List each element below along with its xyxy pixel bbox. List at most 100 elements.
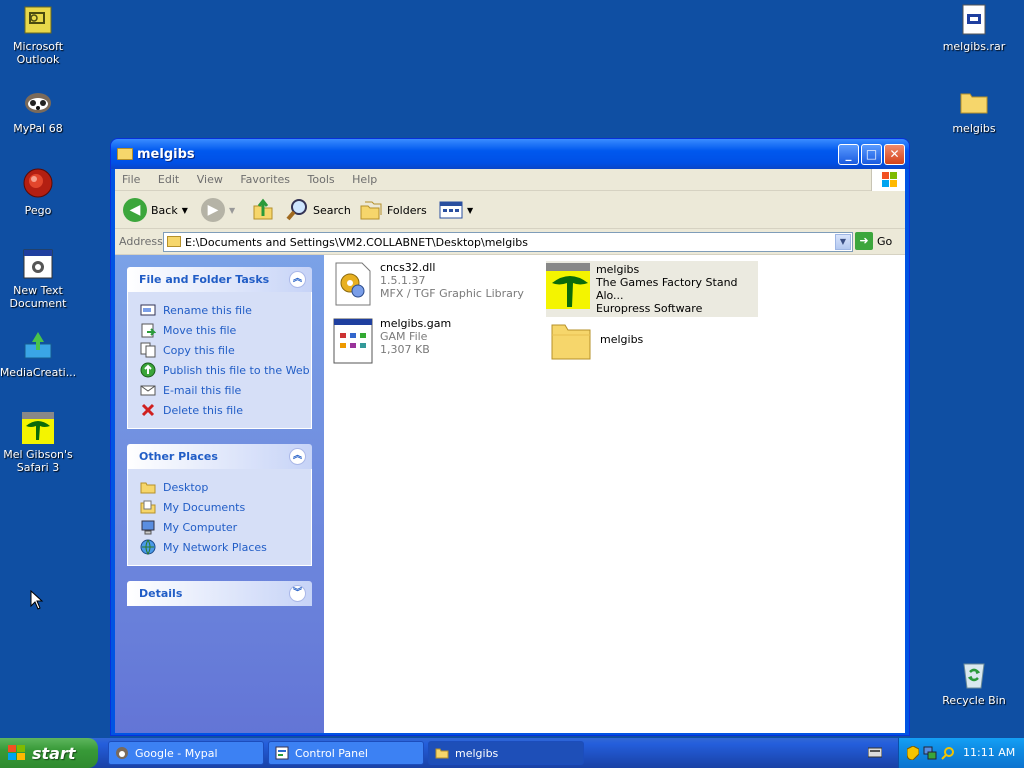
menu-view[interactable]: View [190, 169, 230, 190]
place-label: Desktop [163, 480, 209, 494]
security-shield-icon[interactable] [907, 746, 919, 760]
start-button[interactable]: start [0, 738, 98, 768]
maximize-button[interactable]: □ [861, 144, 882, 165]
panel-header[interactable]: Details ︾ [127, 581, 312, 606]
go-arrow-icon: ➜ [855, 232, 873, 250]
file-type: GAM File [380, 330, 428, 343]
panel-header[interactable]: File and Folder Tasks ︽ [127, 267, 312, 292]
chevron-down-icon[interactable]: ▼ [182, 206, 188, 215]
desktop-icon-label: MyPal 68 [13, 122, 63, 135]
desktop-icon-label: melgibs [952, 122, 996, 135]
go-button[interactable]: ➜ Go [855, 232, 892, 250]
address-input[interactable]: E:\Documents and Settings\VM2.COLLABNET\… [163, 232, 853, 252]
keyboard-icon[interactable] [868, 746, 882, 758]
file-description: The Games Factory Stand Alo... [595, 276, 738, 302]
search-tray-icon[interactable] [941, 746, 955, 760]
task-rename[interactable]: Rename this file [140, 300, 311, 320]
desktop-icon-pego[interactable]: Pego [0, 168, 78, 217]
desktop-icon-label: New Text Document [9, 284, 67, 310]
pego-icon [22, 168, 54, 200]
desktop-icon-melgibs-folder[interactable]: melgibs [934, 86, 1014, 135]
desktop-icon-melgibs-rar[interactable]: melgibs.rar [934, 4, 1014, 53]
address-dropdown-button[interactable]: ▼ [835, 234, 851, 250]
title-bar[interactable]: melgibs _ □ ✕ [111, 139, 909, 169]
clock[interactable]: 11:11 AM [963, 746, 1015, 759]
folders-button[interactable]: Folders [359, 197, 427, 223]
gam-file-icon [333, 318, 373, 364]
expand-icon[interactable]: ︾ [289, 585, 306, 602]
task-move[interactable]: Move this file [140, 320, 311, 340]
folders-label: Folders [387, 203, 427, 217]
taskbar: start Google - Mypal Control Panel melgi… [0, 738, 1024, 768]
game-shortcut-icon [22, 412, 54, 444]
close-button[interactable]: ✕ [884, 144, 905, 165]
windows-logo-icon [871, 169, 905, 191]
folder-item[interactable]: melgibs [548, 317, 643, 363]
file-name: cncs32.dll [380, 261, 436, 274]
desktop-icon-label: Recycle Bin [942, 694, 1006, 707]
go-label: Go [877, 234, 893, 248]
media-creation-icon [22, 330, 54, 362]
file-item[interactable]: cncs32.dll 1.5.1.37 MFX / TGF Graphic Li… [332, 261, 524, 307]
taskbar-item-melgibs[interactable]: melgibs [428, 741, 584, 765]
desktop-icon-mediacreation[interactable]: MediaCreati... [0, 330, 78, 379]
views-button[interactable]: ▼ [439, 197, 473, 223]
place-my-computer[interactable]: My Computer [140, 517, 311, 537]
folder-icon [958, 86, 990, 118]
text-document-icon [22, 248, 54, 280]
place-label: My Documents [163, 500, 246, 514]
chevron-down-icon: ▼ [229, 205, 236, 215]
desktop-icon-mypal[interactable]: MyPal 68 [0, 86, 78, 135]
folder-icon [435, 748, 449, 759]
minimize-button[interactable]: _ [838, 144, 859, 165]
task-email[interactable]: E-mail this file [140, 380, 311, 400]
panel-title: Details [139, 587, 183, 600]
panel-body: Desktop My Documents My Computer My Netw… [127, 469, 312, 566]
folders-icon [360, 201, 382, 220]
panel-header[interactable]: Other Places ︽ [127, 444, 312, 469]
task-copy[interactable]: Copy this file [140, 340, 311, 360]
forward-button[interactable]: ▶ ▼ [201, 197, 235, 223]
menu-favorites[interactable]: Favorites [233, 169, 297, 190]
network-icon [140, 539, 156, 555]
system-tray: 11:11 AM [898, 738, 1024, 768]
panel-title: File and Folder Tasks [139, 273, 270, 286]
task-delete[interactable]: Delete this file [140, 400, 311, 420]
task-pane: File and Folder Tasks ︽ Rename this file… [115, 255, 324, 733]
place-my-documents[interactable]: My Documents [140, 497, 311, 517]
outlook-icon [22, 4, 54, 36]
menu-file[interactable]: File [115, 169, 147, 190]
menu-help[interactable]: Help [345, 169, 384, 190]
task-publish[interactable]: Publish this file to the Web [140, 360, 311, 380]
place-my-network[interactable]: My Network Places [140, 537, 311, 557]
file-size: 1,307 KB [380, 343, 430, 356]
my-documents-icon [140, 500, 156, 514]
other-places-panel: Other Places ︽ Desktop My Documents My C… [127, 444, 312, 566]
collapse-icon[interactable]: ︽ [289, 271, 306, 288]
back-arrow-icon: ◀ [123, 198, 147, 222]
file-company: Europress Software [595, 302, 703, 315]
up-folder-button[interactable] [251, 197, 275, 223]
details-panel: Details ︾ [127, 581, 312, 606]
desktop-icon-new-text-document[interactable]: New Text Document [0, 248, 78, 310]
collapse-icon[interactable]: ︽ [289, 448, 306, 465]
file-item[interactable]: melgibs.gam GAM File 1,307 KB [332, 317, 451, 365]
place-desktop[interactable]: Desktop [140, 477, 311, 497]
desktop-icon-outlook[interactable]: Microsoft Outlook [0, 4, 78, 66]
network-tray-icon[interactable] [923, 746, 937, 760]
taskbar-item-control-panel[interactable]: Control Panel [268, 741, 424, 765]
start-label: start [32, 744, 76, 763]
taskbar-item-mypal[interactable]: Google - Mypal [108, 741, 264, 765]
control-panel-icon [275, 746, 289, 760]
menu-tools[interactable]: Tools [301, 169, 342, 190]
taskbar-label: Control Panel [295, 746, 368, 760]
desktop-icon-recycle-bin[interactable]: Recycle Bin [934, 658, 1014, 707]
chevron-down-icon: ▼ [467, 205, 474, 215]
search-button[interactable]: Search [285, 197, 351, 223]
place-label: My Network Places [163, 540, 267, 554]
file-item-selected[interactable]: melgibs The Games Factory Stand Alo... E… [546, 261, 758, 317]
file-list: cncs32.dll 1.5.1.37 MFX / TGF Graphic Li… [324, 255, 905, 733]
back-button[interactable]: ◀ Back ▼ [123, 197, 188, 223]
desktop-icon-mel-gibsons-safari[interactable]: Mel Gibson's Safari 3 [0, 412, 78, 474]
menu-edit[interactable]: Edit [151, 169, 186, 190]
